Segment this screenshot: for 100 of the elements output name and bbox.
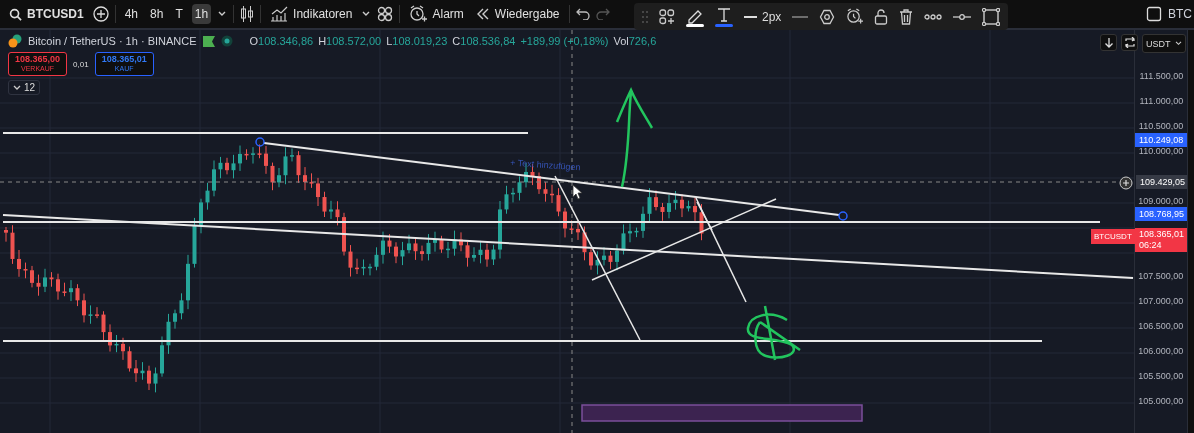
drag-handle-icon[interactable]: [642, 10, 648, 23]
line-width-button[interactable]: 2px: [744, 9, 782, 24]
candlestick: [335, 200, 340, 226]
candlestick: [238, 145, 242, 172]
interval-button[interactable]: T: [172, 4, 186, 24]
candlestick: [199, 198, 203, 234]
templates-icon[interactable]: [659, 8, 675, 25]
candlestick: [69, 279, 73, 302]
templates-icon[interactable]: [377, 6, 394, 22]
candlestick: [49, 271, 54, 288]
candlestick: [517, 175, 522, 201]
candlestick: [56, 273, 60, 301]
alarm-button[interactable]: Alarm: [406, 2, 467, 26]
price-tick: 105.500,00: [1138, 371, 1184, 381]
scroll-down-button[interactable]: [1100, 34, 1117, 51]
candlestick: [498, 200, 502, 259]
caret-icon[interactable]: [217, 10, 228, 18]
candlestick: [426, 233, 431, 261]
candlestick: [491, 244, 496, 266]
unlock-icon[interactable]: [874, 8, 889, 25]
ohlc-label: C: [452, 35, 461, 47]
frame-icon[interactable]: [982, 7, 1001, 26]
line-style-icon[interactable]: [792, 14, 809, 19]
add-symbol-icon[interactable]: [92, 6, 109, 22]
candlestick: [511, 187, 515, 203]
trash-icon[interactable]: [899, 8, 914, 25]
candlestick: [166, 313, 171, 355]
ohlc-value: 108.019,23: [392, 35, 448, 47]
candlestick: [582, 226, 587, 261]
ohlc-label: H: [318, 35, 327, 47]
hexagon-settings-icon[interactable]: [819, 8, 836, 25]
candlestick: [381, 231, 385, 265]
candlestick: [686, 200, 691, 212]
candlestick: [257, 143, 262, 159]
candlestick: [95, 306, 99, 319]
replay-button[interactable]: Wiedergabe: [472, 4, 563, 24]
candlestick: [114, 334, 119, 353]
candlestick: [173, 309, 177, 330]
candlestick: [43, 268, 47, 293]
text-color-icon[interactable]: [715, 6, 733, 27]
candlestick: [641, 206, 645, 239]
candlestick: [147, 365, 151, 391]
candlestick: [459, 231, 463, 252]
interval-button[interactable]: 8h: [147, 4, 167, 24]
candlestick: [322, 191, 327, 218]
candlestick: [290, 147, 294, 162]
more-icon[interactable]: [924, 13, 943, 20]
candlestick: [303, 166, 307, 191]
currency-dropdown[interactable]: USDT: [1142, 34, 1186, 53]
square-icon[interactable]: [1146, 6, 1162, 22]
candlestick: [231, 154, 236, 179]
ohlc-value: 108.572,00: [326, 35, 382, 47]
candle-countdown: 06:24: [1139, 240, 1163, 251]
candlestick: [160, 335, 164, 378]
candlestick: [550, 184, 554, 204]
slider-icon[interactable]: [953, 13, 972, 20]
candlestick-icon[interactable]: [240, 5, 255, 23]
candlestick: [699, 203, 704, 241]
add-icon[interactable]: [1119, 176, 1133, 190]
price-tick: 106.500,00: [1138, 321, 1184, 331]
alarm-clock-icon: [409, 5, 428, 23]
indicators-toggle-button[interactable]: 12: [8, 80, 41, 95]
candlestick: [647, 187, 652, 223]
caret-icon: [1175, 41, 1182, 46]
candlestick: [316, 177, 320, 207]
candlestick: [342, 212, 346, 257]
symbol-search-button[interactable]: BTCUSD1: [6, 4, 87, 24]
interval-button[interactable]: 1h: [191, 4, 212, 24]
symbol-title: Bitcoin / TetherUS · 1h · BINANCE: [28, 35, 197, 47]
indicators-button[interactable]: Indikatoren: [267, 3, 356, 25]
candlestick: [270, 162, 275, 191]
candlestick: [348, 244, 353, 278]
price-tick: 107.500,00: [1138, 271, 1184, 281]
swap-button[interactable]: [1121, 34, 1138, 51]
candlestick: [368, 263, 372, 276]
candlestick: [680, 193, 684, 218]
price-tick: 107.000,00: [1138, 296, 1184, 306]
candlestick: [634, 227, 639, 238]
candlestick: [413, 237, 418, 261]
price-tick: 109.000,00: [1138, 196, 1184, 206]
cursor-icon: [572, 184, 583, 200]
redo-icon[interactable]: [595, 8, 610, 20]
undo-icon[interactable]: [575, 8, 590, 20]
interval-button[interactable]: 4h: [121, 4, 142, 24]
candlestick: [478, 240, 483, 264]
symbol-price-tag: BTCUSDT: [1091, 229, 1135, 244]
caret-icon[interactable]: [361, 10, 372, 18]
candlestick: [88, 304, 93, 325]
crosshair-price: 109.429,05: [1136, 175, 1188, 189]
alarm-add-icon[interactable]: [846, 8, 864, 25]
flag-icon[interactable]: [202, 35, 215, 47]
ohlc-value: 108.346,86: [258, 35, 314, 47]
price-badge: 110.249,08: [1135, 133, 1188, 147]
candlestick: [556, 187, 561, 217]
candlestick: [17, 249, 21, 278]
text-annotation: + Text hinzufügen: [509, 157, 581, 173]
candlestick: [608, 250, 613, 270]
price-tick: 111.000,00: [1139, 96, 1184, 106]
candlestick: [10, 224, 15, 265]
candlestick: [602, 246, 606, 266]
